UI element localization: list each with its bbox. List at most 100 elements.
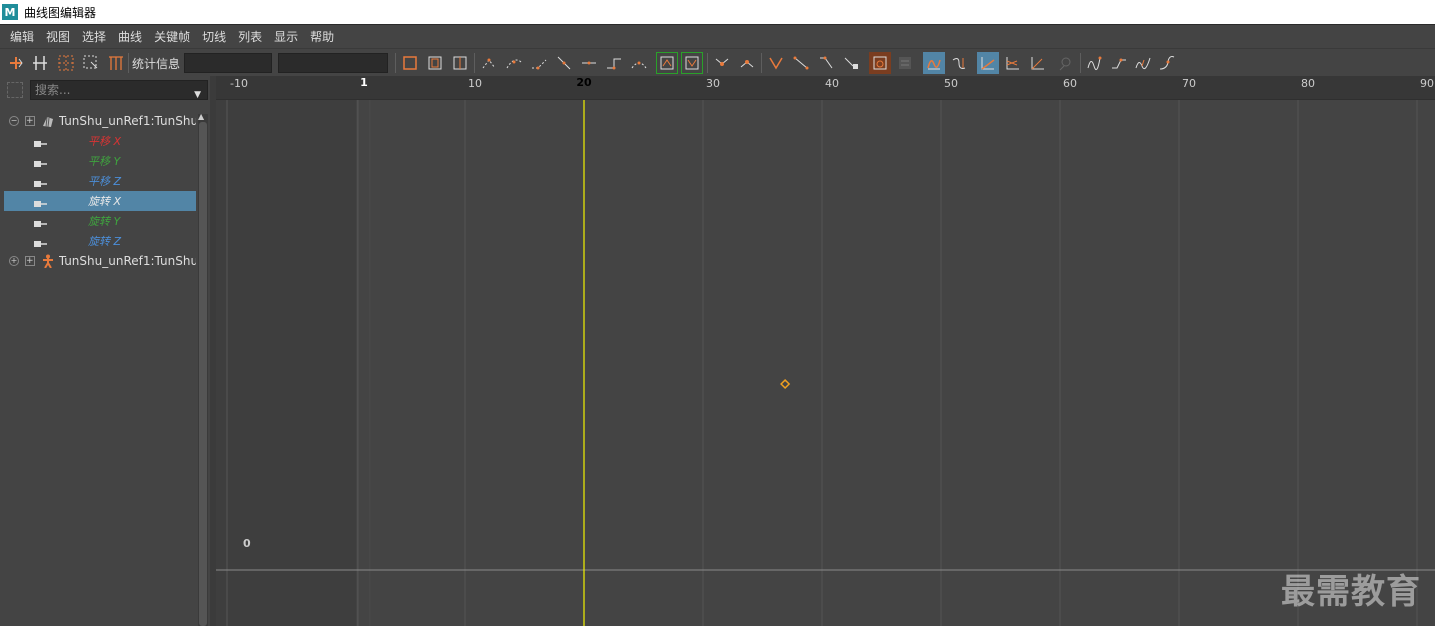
search-placeholder: 搜索... <box>35 83 71 97</box>
ruler-tick-label: 40 <box>825 77 839 90</box>
menu-help[interactable]: 帮助 <box>304 26 340 48</box>
frame-selection-icon[interactable] <box>424 52 446 74</box>
attribute-translate-y[interactable]: 平移 Y <box>4 151 196 171</box>
scrollbar-thumb[interactable] <box>199 122 207 626</box>
outliner-search-input[interactable]: 搜索... ▼ <box>30 80 208 100</box>
filter-icon[interactable] <box>7 82 23 98</box>
region-tool-icon[interactable] <box>80 52 102 74</box>
ruler-tick-label: 30 <box>706 77 720 90</box>
curve-normalize-icon[interactable] <box>923 52 945 74</box>
outliner-node-mesh[interactable]: − + TunShu_unRef1:TunShu_l <box>4 111 196 131</box>
spline-tangent-icon[interactable] <box>503 52 525 74</box>
weighted-tangents-icon[interactable] <box>815 52 837 74</box>
time-snap-icon[interactable] <box>869 52 891 74</box>
expand-children-icon[interactable]: + <box>24 256 35 266</box>
post-infinity-cycle-icon[interactable] <box>1027 52 1049 74</box>
auto-tangent-icon[interactable] <box>478 52 500 74</box>
menu-keys[interactable]: 关键帧 <box>148 26 196 48</box>
toolbar: 统计信息 <box>0 48 1435 76</box>
curve-graph-view[interactable]: -10 10 30 40 50 60 70 80 90 1 20 0 最需教育 <box>216 76 1435 626</box>
attribute-label: 旋转 Y <box>88 215 121 228</box>
attribute-label: 平移 Z <box>88 175 122 188</box>
post-infinity-icon[interactable] <box>1108 52 1130 74</box>
stacked-curves-icon[interactable] <box>977 52 999 74</box>
frame-playback-range-icon[interactable] <box>449 52 471 74</box>
attribute-rotate-x[interactable]: 旋转 X <box>4 191 196 211</box>
menu-tangents[interactable]: 切线 <box>196 26 232 48</box>
lock-tangent-weight-icon[interactable] <box>765 52 787 74</box>
pre-infinity-icon[interactable] <box>1084 52 1106 74</box>
scroll-up-icon[interactable]: ▲ <box>198 112 204 121</box>
attribute-translate-z[interactable]: 平移 Z <box>4 171 196 191</box>
frame-all-icon[interactable] <box>399 52 421 74</box>
window-title: 曲线图编辑器 <box>24 5 97 20</box>
attribute-rotate-y[interactable]: 旋转 Y <box>4 211 196 231</box>
toolbar-separator <box>707 53 708 73</box>
pre-infinity-cycle-icon[interactable] <box>1002 52 1024 74</box>
menu-list[interactable]: 列表 <box>232 26 268 48</box>
cycle-with-offset-icon[interactable] <box>1132 52 1154 74</box>
attribute-plug-icon <box>34 217 48 227</box>
toolbar-separator <box>474 53 475 73</box>
open-dope-sheet-icon[interactable] <box>1055 52 1077 74</box>
ruler-tick-label: 60 <box>1063 77 1077 90</box>
window-titlebar: M 曲线图编辑器 <box>0 0 1435 24</box>
start-frame-label: 1 <box>360 76 368 89</box>
linear-tangent-icon[interactable] <box>553 52 575 74</box>
menu-view[interactable]: 视图 <box>40 26 76 48</box>
free-tangent-weight-icon[interactable] <box>790 52 812 74</box>
menu-curves[interactable]: 曲线 <box>112 26 148 48</box>
menu-show[interactable]: 显示 <box>268 26 304 48</box>
attribute-plug-icon <box>34 197 48 207</box>
menu-bar: 编辑 视图 选择 曲线 关键帧 切线 列表 显示 帮助 <box>0 24 1435 48</box>
joint-node-icon <box>41 254 55 269</box>
attribute-translate-x[interactable]: 平移 X <box>4 131 196 151</box>
key-stats-icon[interactable] <box>840 52 862 74</box>
expand-children-icon[interactable]: + <box>24 116 35 126</box>
toolbar-separator <box>395 53 396 73</box>
watermark: 最需教育 <box>1281 572 1421 612</box>
stats-value-field[interactable] <box>278 53 388 73</box>
retime-tool-icon[interactable] <box>105 52 127 74</box>
ruler-tick-label: 70 <box>1182 77 1196 90</box>
toolbar-separator <box>1080 53 1081 73</box>
clamped-tangent-icon[interactable] <box>528 52 550 74</box>
menu-select[interactable]: 选择 <box>76 26 112 48</box>
unify-tangents-icon[interactable] <box>736 52 758 74</box>
node-label: TunShu_unRef1:TunShu_l <box>58 254 196 268</box>
outliner-scrollbar[interactable]: ▲ <box>198 112 208 626</box>
attribute-label: 旋转 Z <box>88 235 122 248</box>
ruler-tick-label: 90 <box>1420 77 1434 90</box>
break-tangents-icon[interactable] <box>711 52 733 74</box>
swap-buffer-curve-icon[interactable] <box>681 52 703 74</box>
chevron-down-icon[interactable]: ▼ <box>194 86 201 104</box>
keyframe-point <box>780 378 791 390</box>
move-key-tool-icon[interactable] <box>5 52 27 74</box>
current-frame-label: 20 <box>576 76 592 89</box>
outliner-node-joint[interactable]: + + TunShu_unRef1:TunShu_l <box>4 251 196 271</box>
plateau-tangent-icon[interactable] <box>628 52 650 74</box>
graph-canvas[interactable] <box>216 76 1435 626</box>
outliner-search-row: 搜索... ▼ <box>0 76 214 104</box>
attribute-plug-icon <box>34 157 48 167</box>
ruler-tick-label: 80 <box>1301 77 1315 90</box>
curve-denormalize-icon[interactable] <box>948 52 970 74</box>
node-label: TunShu_unRef1:TunShu_l <box>58 114 196 128</box>
attribute-label: 平移 Y <box>88 155 121 168</box>
buffer-curve-snapshot-icon[interactable] <box>656 52 678 74</box>
stats-time-field[interactable] <box>184 53 272 73</box>
attribute-label: 旋转 X <box>88 195 122 208</box>
mesh-node-icon <box>41 114 55 128</box>
expand-icon[interactable]: + <box>9 256 19 266</box>
value-snap-icon[interactable] <box>894 52 916 74</box>
pre-range-shading <box>216 76 356 626</box>
insert-key-tool-icon[interactable] <box>29 52 51 74</box>
collapse-icon[interactable]: − <box>9 116 19 126</box>
flat-tangent-icon[interactable] <box>578 52 600 74</box>
oscillate-icon[interactable] <box>1156 52 1178 74</box>
menu-edit[interactable]: 编辑 <box>4 26 40 48</box>
attribute-rotate-z[interactable]: 旋转 Z <box>4 231 196 251</box>
step-tangent-icon[interactable] <box>603 52 625 74</box>
attribute-plug-icon <box>34 137 48 147</box>
lattice-deform-icon[interactable] <box>55 52 77 74</box>
